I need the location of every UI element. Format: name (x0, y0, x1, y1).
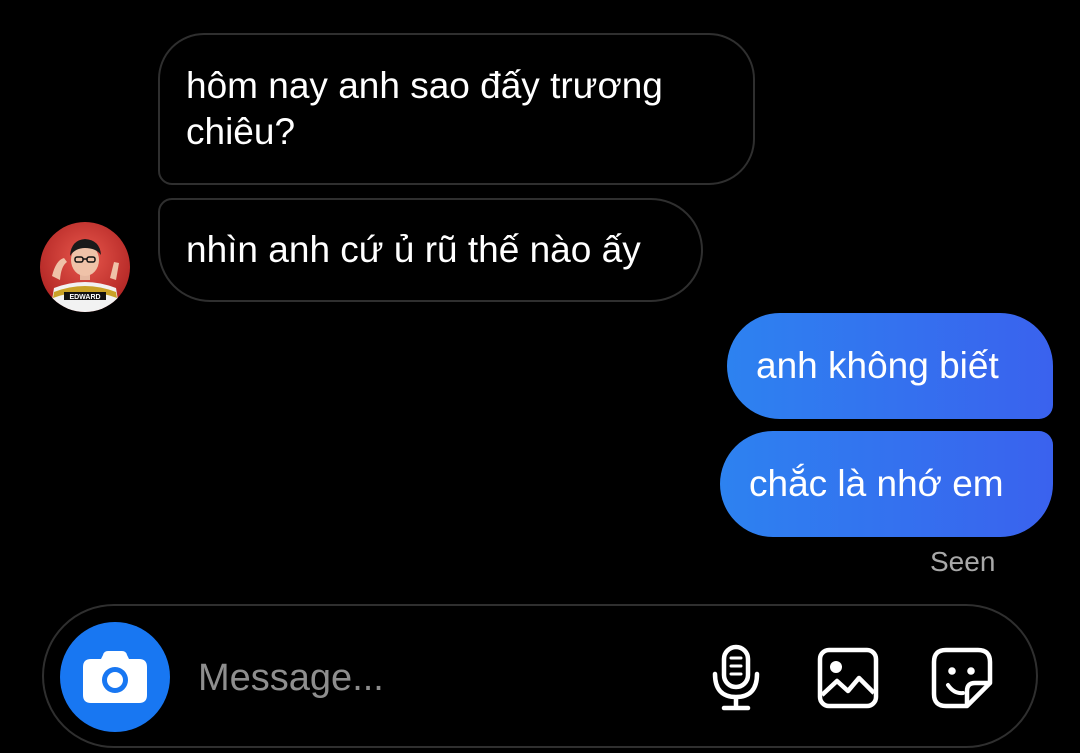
avatar[interactable]: EDWARD (40, 222, 130, 312)
microphone-icon (712, 644, 760, 711)
outgoing-message-bubble[interactable]: anh không biết (727, 313, 1053, 419)
avatar-image: EDWARD (40, 222, 130, 312)
image-icon (817, 647, 879, 709)
svg-text:EDWARD: EDWARD (69, 294, 100, 301)
message-text: chắc là nhớ em (749, 463, 1004, 504)
incoming-message-bubble[interactable]: nhìn anh cứ ủ rũ thế nào ấy (158, 198, 703, 302)
message-input[interactable] (198, 648, 668, 708)
message-text: hôm nay anh sao đấy trương chiêu? (186, 65, 663, 152)
sticker-button[interactable] (926, 642, 998, 714)
seen-status: Seen (930, 546, 996, 577)
camera-button[interactable] (60, 622, 170, 732)
message-text: anh không biết (756, 345, 999, 386)
microphone-button[interactable] (700, 642, 772, 714)
gallery-button[interactable] (812, 642, 884, 714)
sticker-icon (931, 647, 993, 709)
incoming-message-bubble[interactable]: hôm nay anh sao đấy trương chiêu? (158, 33, 755, 185)
message-text: nhìn anh cứ ủ rũ thế nào ấy (186, 229, 641, 270)
outgoing-message-bubble[interactable]: chắc là nhớ em (720, 431, 1053, 537)
camera-icon (83, 651, 147, 703)
